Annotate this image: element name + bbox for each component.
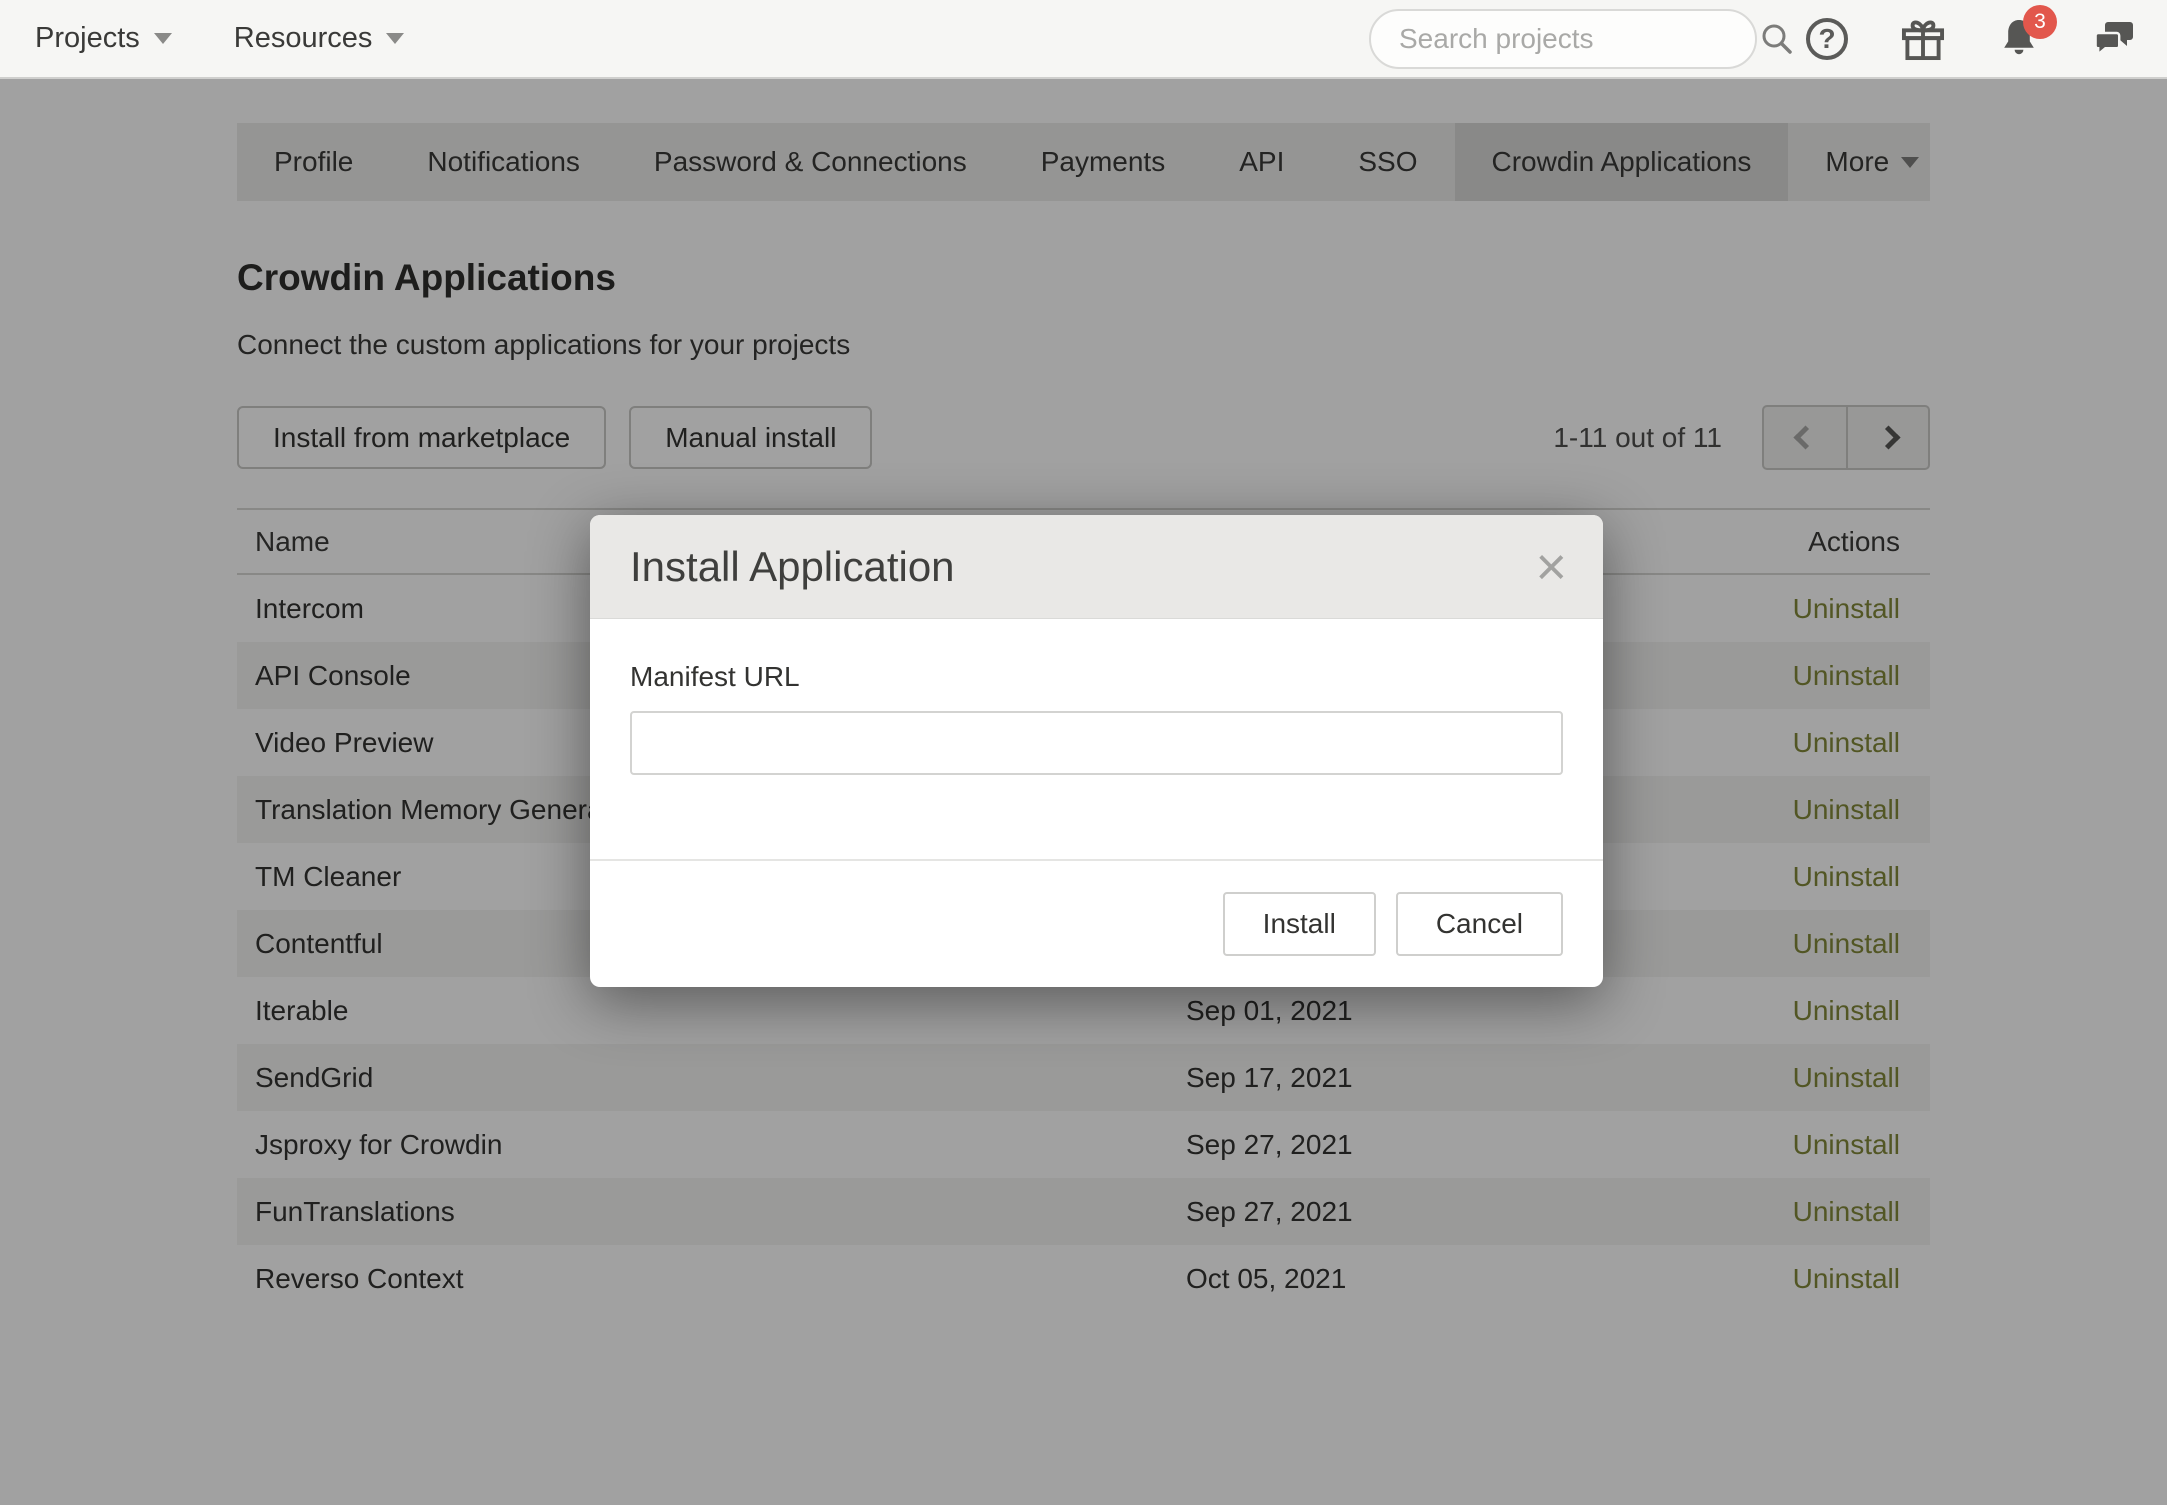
search-icon[interactable]: [1760, 22, 1794, 56]
search-input[interactable]: [1399, 23, 1760, 55]
notifications-button[interactable]: 3: [1993, 13, 2045, 65]
nav-projects-label: Projects: [35, 22, 140, 55]
nav-resources-menu[interactable]: Resources: [234, 22, 405, 55]
install-application-modal: Install Application × Manifest URL Insta…: [590, 515, 1603, 987]
modal-title: Install Application: [630, 543, 955, 591]
caret-down-icon: [154, 33, 172, 44]
manifest-url-label: Manifest URL: [630, 661, 1563, 693]
search-box[interactable]: [1369, 9, 1757, 69]
modal-header: Install Application ×: [590, 515, 1603, 619]
chat-icon: [2091, 15, 2139, 63]
gift-button[interactable]: [1897, 13, 1949, 65]
messages-button[interactable]: [2089, 13, 2141, 65]
modal-footer: Install Cancel: [590, 859, 1603, 987]
top-navbar: Projects Resources ?: [0, 0, 2167, 79]
modal-body: Manifest URL: [590, 619, 1603, 859]
notification-count-badge: 3: [2023, 5, 2057, 39]
caret-down-icon: [386, 33, 404, 44]
manifest-url-input[interactable]: [630, 711, 1563, 775]
gift-icon: [1897, 13, 1949, 65]
close-icon[interactable]: ×: [1535, 540, 1567, 594]
nav-resources-label: Resources: [234, 22, 373, 55]
cancel-button[interactable]: Cancel: [1396, 892, 1563, 956]
install-button[interactable]: Install: [1223, 892, 1376, 956]
help-button[interactable]: ?: [1801, 13, 1853, 65]
nav-projects-menu[interactable]: Projects: [35, 22, 172, 55]
help-icon: ?: [1806, 18, 1848, 60]
